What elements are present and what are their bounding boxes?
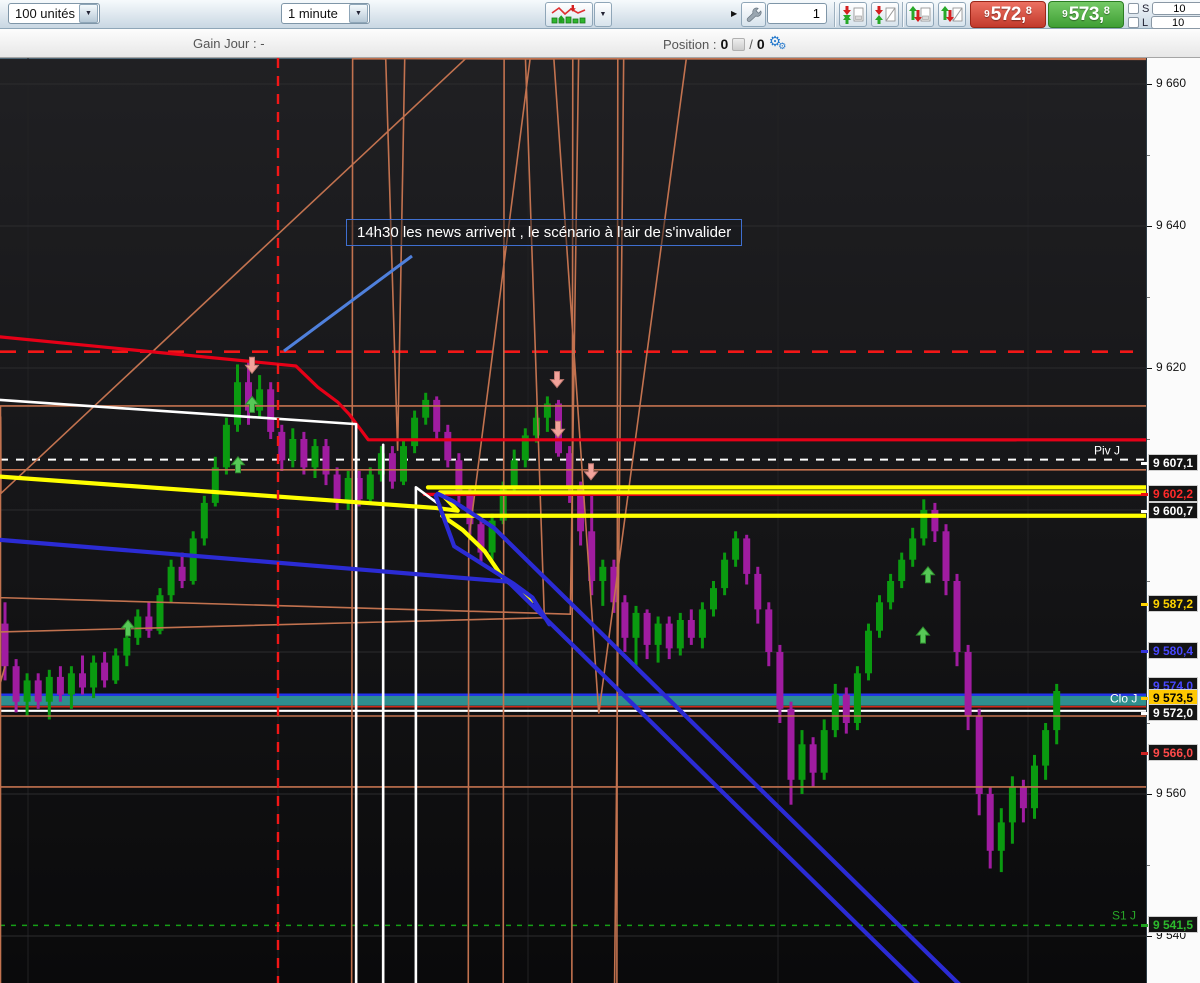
order-buy-cancel-icon — [941, 5, 963, 22]
price-badge: 9 607,1 — [1148, 454, 1198, 471]
status-bar: Gain Jour : - Position : 0 / 0 ⚙⚙ — [0, 29, 1200, 58]
sell-price-prefix: 9 — [984, 9, 990, 20]
down-arrow-marker — [583, 463, 599, 481]
buy-price-button[interactable]: 9 573, 8 — [1048, 1, 1124, 28]
up-arrow-marker — [915, 626, 931, 644]
stop-input[interactable] — [1152, 2, 1200, 15]
stop-row: S — [1128, 2, 1200, 15]
chevron-down-icon[interactable]: ▼ — [349, 4, 368, 23]
price-badge: 9 600,7 — [1148, 502, 1198, 519]
axis-tick — [1147, 936, 1152, 937]
axis-minor-tick — [1147, 581, 1150, 582]
gain-day-label: Gain Jour : - — [193, 36, 265, 51]
candle-up — [601, 559, 605, 606]
position-value-1: 0 — [720, 36, 729, 52]
order-buy-list-icon — [909, 5, 931, 22]
close-band — [0, 695, 1146, 706]
units-select[interactable]: 100 unités ▼ — [8, 3, 100, 24]
position-value-2: 0 — [756, 36, 765, 52]
price-badge: 9 572,0 — [1148, 704, 1198, 721]
limit-checkbox[interactable] — [1128, 17, 1139, 28]
settings-wrench-button[interactable] — [741, 2, 766, 27]
sell-price-main: 572, — [990, 3, 1026, 25]
stop-label: S — [1142, 2, 1150, 15]
position-label: Position : — [663, 36, 717, 52]
sell-price-button[interactable]: 9 572, 8 — [970, 1, 1046, 28]
price-badge: 9 587,2 — [1148, 595, 1198, 612]
axis-minor-tick — [1147, 155, 1150, 156]
axis-tick — [1147, 368, 1152, 369]
chevron-down-icon: ▼ — [599, 11, 607, 18]
sell-cancel-button[interactable] — [871, 2, 899, 27]
toolbar-separator — [834, 2, 835, 27]
pivot-label: Piv J — [1094, 444, 1120, 458]
candles-layer — [1, 360, 1061, 873]
down-arrow-marker — [550, 420, 566, 439]
buy-price-main: 573, — [1068, 3, 1104, 25]
dotted-ma-line — [0, 58, 1146, 983]
s1-label: S1 J — [1112, 908, 1136, 922]
axis-tick-label: 9 660 — [1156, 76, 1187, 90]
axis-tick-label: 9 560 — [1156, 786, 1187, 800]
annotation-box[interactable]: 14h30 les news arrivent , le scénario à … — [346, 219, 743, 246]
up-arrow-marker — [120, 619, 136, 637]
chart-type-icon — [551, 5, 586, 24]
axis-tick-label: 9 620 — [1156, 360, 1187, 374]
limit-label: L — [1142, 16, 1149, 29]
top-toolbar: 100 unités ▼ 1 minute ▼ ▼ ▶ 1 9 572, 8 9… — [0, 0, 1200, 29]
white-ma-line — [0, 398, 442, 983]
chevron-down-icon[interactable]: ▼ — [79, 4, 98, 23]
document-icon — [732, 37, 746, 51]
price-chart[interactable]: Piv J Clo J S1 J — [0, 58, 1146, 983]
price-axis[interactable]: 9 660 9 640 9 620 9 560 9 540 9 607,1 9 602,2 9… — [1141, 58, 1200, 983]
price-badge: 9 566,0 — [1148, 744, 1198, 761]
position-status: Position : 0 / 0 ⚙⚙ — [663, 34, 787, 53]
buy-price-sup: 8 — [1103, 5, 1110, 17]
sell-order-button[interactable] — [839, 2, 867, 27]
limit-input[interactable] — [1151, 16, 1200, 29]
limit-row: L — [1128, 16, 1200, 29]
down-arrow-marker — [549, 371, 565, 389]
chart-area: Piv J Clo J S1 J 14h30 les news arrivent ,… — [0, 58, 1200, 983]
axis-tick — [1147, 794, 1152, 795]
chart-type-dropdown-button[interactable]: ▼ — [594, 2, 612, 27]
axis-minor-tick — [1147, 865, 1150, 866]
order-sell-list-icon — [843, 5, 864, 24]
axis-minor-tick — [1147, 439, 1150, 440]
toolbar-separator — [902, 2, 903, 27]
axis-tick-label: 9 640 — [1156, 218, 1187, 232]
axis-tick — [1147, 84, 1152, 85]
timeframe-select[interactable]: 1 minute ▼ — [281, 3, 370, 24]
axis-minor-tick — [1147, 297, 1150, 298]
buy-order-button[interactable] — [906, 2, 934, 27]
stop-checkbox[interactable] — [1128, 3, 1139, 14]
timeframe-select-value: 1 minute — [288, 6, 338, 21]
order-sell-cancel-icon — [875, 5, 896, 24]
collapse-arrow-icon[interactable]: ▶ — [731, 9, 737, 18]
up-arrow-marker — [920, 566, 936, 584]
chart-type-button[interactable] — [545, 2, 593, 27]
price-badge: 9 541,5 — [1148, 916, 1198, 933]
price-badge: 9 580,4 — [1148, 642, 1198, 659]
wrench-icon — [746, 7, 761, 22]
position-separator: / — [749, 36, 753, 52]
axis-minor-tick — [1147, 723, 1150, 724]
annotation-text: 14h30 les news arrivent , le scénario à … — [357, 224, 732, 241]
units-select-value: 100 unités — [15, 6, 75, 21]
quantity-input[interactable] — [767, 3, 827, 24]
price-badge: 9 602,2 — [1148, 485, 1198, 502]
buy-price-prefix: 9 — [1062, 9, 1068, 20]
axis-tick — [1147, 226, 1152, 227]
close-label: Clo J — [1110, 692, 1137, 706]
gear-icon[interactable]: ⚙⚙ — [769, 34, 787, 53]
buy-cancel-button[interactable] — [938, 2, 966, 27]
sell-price-sup: 8 — [1025, 5, 1032, 17]
